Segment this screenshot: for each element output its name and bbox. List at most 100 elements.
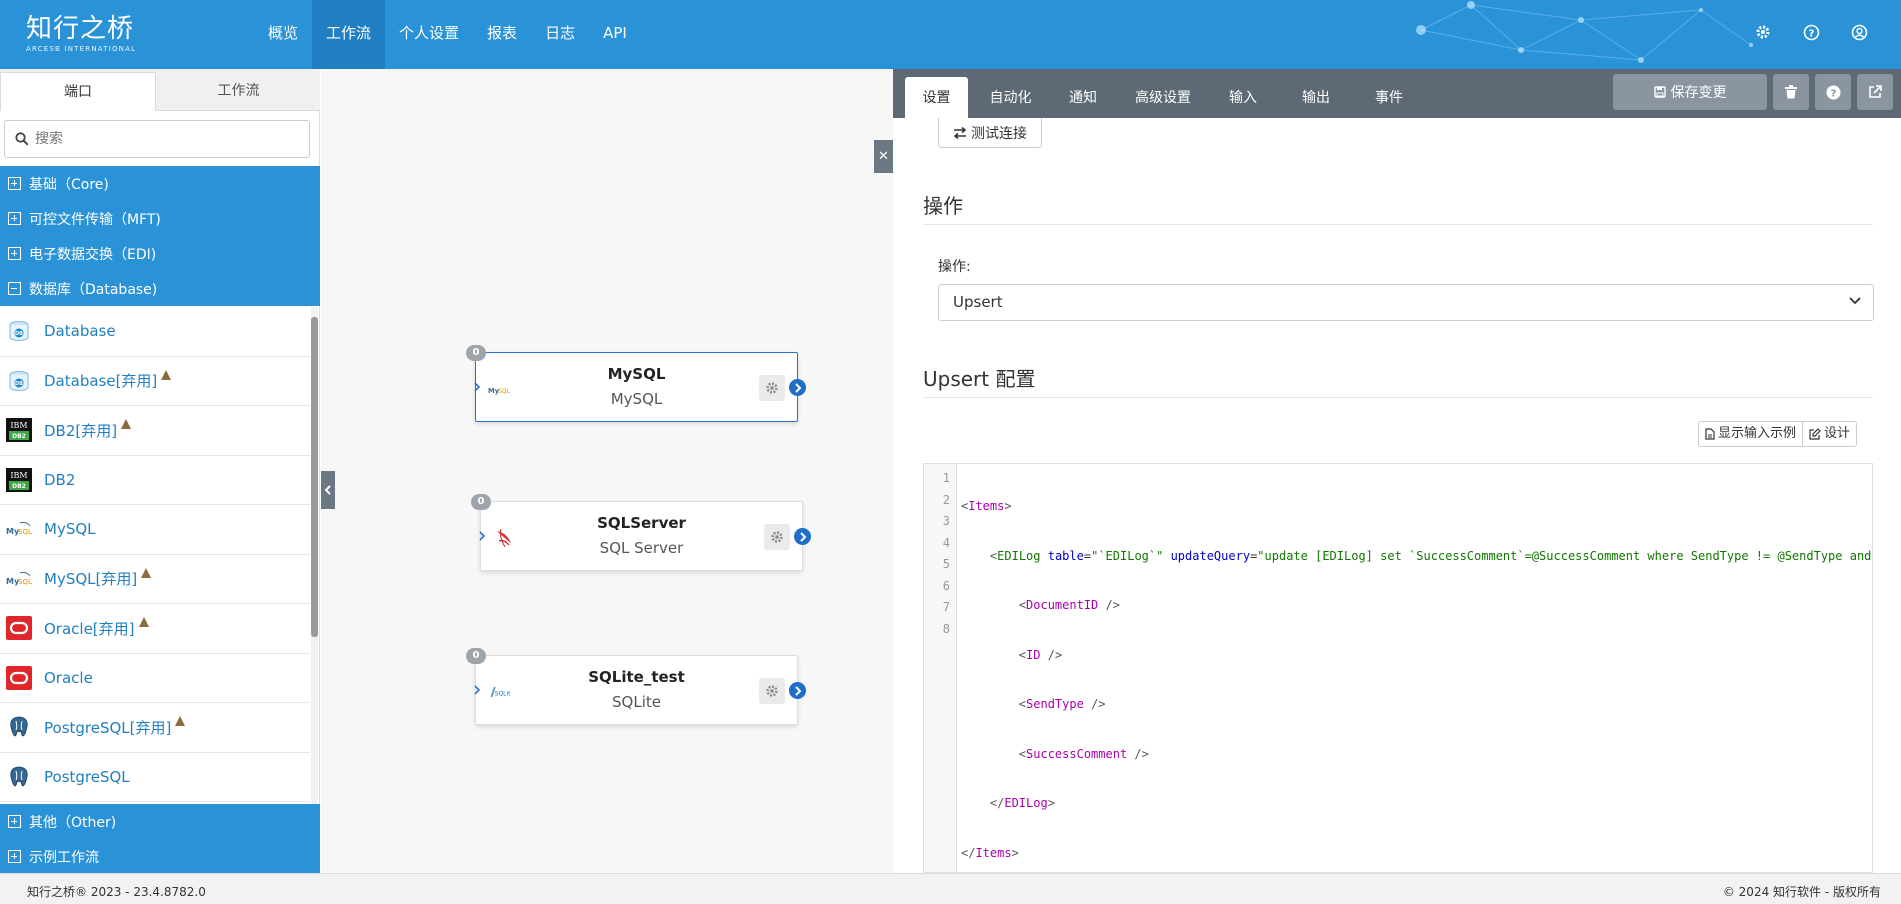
test-connection-button[interactable]: 测试连接 (938, 118, 1042, 148)
category-edi[interactable]: 电子数据交换（EDI) (0, 236, 320, 271)
expand-icon (8, 177, 21, 190)
tab-events[interactable]: 事件 (1359, 77, 1419, 118)
tab-automation[interactable]: 自动化 (973, 77, 1048, 118)
brand-logo[interactable]: 知行之桥 ARCESB INTERNATIONAL (26, 14, 136, 58)
connector-settings-panel: 设置 自动化 通知 高级设置 输入 输出 事件 保存变更 ? 测试连接 操作 操… (893, 69, 1901, 873)
postgresql-icon (6, 714, 32, 740)
chevron-left-icon (324, 485, 331, 495)
floppy-disk-icon (1653, 86, 1666, 98)
list-item[interactable]: DB Database (0, 307, 310, 357)
brand-name: 知行之桥 (26, 14, 135, 44)
category-sample-workflows[interactable]: 示例工作流 (0, 839, 320, 874)
page-footer: 知行之桥® 2023 - 23.4.8782.0 © 2024 知行软件 - 版… (0, 873, 1901, 904)
node-settings-button[interactable] (759, 375, 785, 401)
tab-advanced[interactable]: 高级设置 (1118, 77, 1208, 118)
expand-icon (8, 212, 21, 225)
gear-icon (766, 685, 778, 697)
nav-logs[interactable]: 日志 (531, 0, 589, 69)
warning-icon (175, 716, 186, 727)
mysql-icon: My SQL (6, 566, 32, 592)
svg-text:SQL: SQL (18, 578, 32, 586)
node-settings-button[interactable] (759, 678, 785, 704)
chevron-down-icon (1849, 297, 1861, 305)
list-item[interactable]: IBM DB2 DB2 (0, 456, 310, 505)
code-line: <SuccessComment /> (1018, 746, 1149, 761)
output-port-button[interactable] (794, 528, 811, 545)
swap-arrows-icon (953, 126, 967, 139)
sidebar-scrollbar[interactable] (311, 307, 318, 804)
list-item[interactable]: PostgreSQL[弃用] (0, 703, 310, 753)
node-subtitle: MySQL (610, 390, 663, 408)
node-settings-button[interactable] (764, 524, 790, 550)
category-other[interactable]: 其他（Other) (0, 804, 320, 839)
tab-output[interactable]: 输出 (1286, 77, 1346, 118)
top-icons: ? (1751, 20, 1871, 44)
external-link-icon (1869, 85, 1882, 98)
help-icon: ? (1826, 85, 1840, 99)
upsert-xml-editor[interactable]: 1 2 3 4 5 6 7 8 <Items> <EDILog table="`… (923, 463, 1873, 873)
operation-select[interactable]: Upsert (938, 284, 1874, 321)
design-button[interactable]: 设计 (1802, 422, 1856, 446)
connector-node-mysql[interactable]: 0 My SQL MySQL MySQL (466, 345, 806, 422)
category-mft[interactable]: 可控文件传输（MFT) (0, 201, 320, 236)
category-database[interactable]: 数据库（Database) (0, 271, 320, 306)
open-external-button[interactable] (1857, 74, 1893, 110)
list-item[interactable]: PostgreSQL (0, 753, 310, 802)
connector-node-sqlserver[interactable]: 0 SQLServer SQL Server (471, 494, 811, 571)
tab-settings[interactable]: 设置 (905, 77, 968, 118)
warning-icon (138, 617, 149, 628)
nav-workflow[interactable]: 工作流 (312, 0, 386, 69)
code-line: <ID /> (1018, 647, 1063, 662)
output-port-button[interactable] (789, 682, 806, 699)
show-input-sample-button[interactable]: 显示输入示例 (1699, 422, 1802, 446)
delete-button[interactable] (1773, 74, 1809, 110)
svg-text:?: ? (1808, 28, 1814, 39)
category-core[interactable]: 基础（Core) (0, 166, 320, 201)
mysql-icon: My SQL (6, 516, 32, 542)
divider (923, 224, 1873, 225)
sidebar-tabs: 端口 工作流 (0, 69, 320, 111)
edit-icon (1809, 428, 1821, 440)
tab-input[interactable]: 输入 (1213, 77, 1273, 118)
save-changes-button[interactable]: 保存变更 (1613, 74, 1767, 110)
message-count-badge: 0 (471, 494, 491, 510)
close-panel-button[interactable]: ✕ (874, 140, 893, 173)
section-title-upsert-config: Upsert 配置 (923, 367, 1036, 391)
database-icon: DB (6, 368, 32, 394)
workflow-canvas[interactable]: ✕ 0 My SQL MySQL MySQL 0 SQLServer SQL Se… (321, 69, 893, 873)
list-item[interactable]: DB Database[弃用] (0, 357, 310, 406)
list-item[interactable]: Oracle[弃用] (0, 604, 310, 654)
connector-node-sqlite[interactable]: 0 SQLite SQLite_test SQLite (466, 648, 806, 725)
database-icon: DB (6, 318, 32, 344)
tab-ports[interactable]: 端口 (0, 72, 156, 111)
tab-workflows[interactable]: 工作流 (157, 72, 320, 111)
gear-icon (766, 382, 778, 394)
tab-notifications[interactable]: 通知 (1053, 77, 1113, 118)
list-item[interactable]: My SQL MySQL[弃用] (0, 555, 310, 604)
panel-tabs: 设置 自动化 通知 高级设置 输入 输出 事件 保存变更 ? (893, 69, 1901, 118)
scrollbar-thumb[interactable] (311, 317, 318, 637)
user-account-icon[interactable] (1847, 20, 1871, 44)
help-button[interactable]: ? (1815, 74, 1851, 110)
list-item[interactable]: IBM DB2 DB2[弃用] (0, 406, 310, 456)
list-item[interactable]: Oracle (0, 654, 310, 703)
search-input[interactable] (35, 131, 295, 147)
search-icon (15, 132, 29, 146)
node-title: SQLServer (597, 514, 686, 532)
brand-tagline: ARCESB INTERNATIONAL (26, 45, 137, 53)
settings-gear-icon[interactable] (1751, 20, 1775, 44)
code-line: <Items> (961, 499, 1012, 513)
collapse-sidebar-button[interactable] (321, 471, 335, 509)
output-port-button[interactable] (789, 379, 806, 396)
ibm-db2-icon: IBM DB2 (6, 417, 32, 443)
nav-overview[interactable]: 概览 (254, 0, 312, 69)
help-icon[interactable]: ? (1799, 20, 1823, 44)
list-item[interactable]: My SQL MySQL (0, 505, 310, 555)
trash-icon (1785, 85, 1797, 99)
svg-text:SQL: SQL (18, 528, 32, 536)
nav-profile[interactable]: 个人设置 (385, 0, 473, 69)
node-subtitle: SQLite (612, 693, 661, 711)
operation-label: 操作: (938, 259, 971, 275)
nav-api[interactable]: API (589, 0, 641, 69)
nav-reports[interactable]: 报表 (473, 0, 531, 69)
